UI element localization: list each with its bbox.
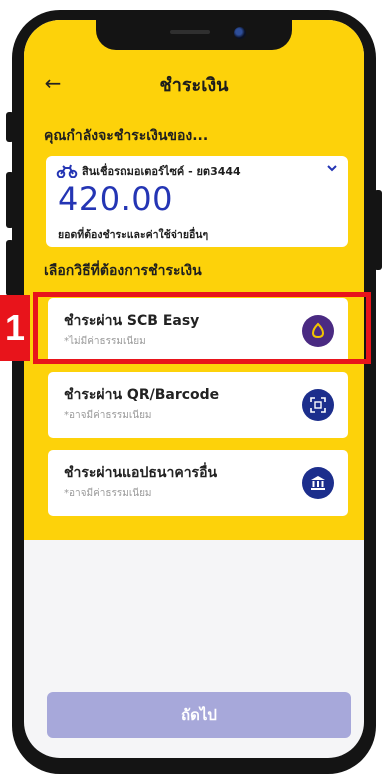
product-label: สินเชื่อรถมอเตอร์ไซค์ - ยต3444 — [82, 165, 241, 178]
speaker-grille — [170, 30, 210, 34]
bank-icon — [302, 467, 334, 499]
phone-volume-up-button — [6, 172, 14, 228]
payment-intro-heading: คุณกำลังจะชำระเงินของ... — [44, 128, 209, 144]
method-title: ชำระผ่านแอปธนาคารอื่น — [64, 465, 218, 481]
page-title: ชำระเงิน — [159, 75, 229, 96]
method-fee-note: *อาจมีค่าธรรมเนียม — [64, 410, 152, 421]
amount-value: 420.00 — [58, 180, 173, 218]
step-number-badge: 1 — [0, 295, 30, 361]
chevron-down-icon[interactable] — [326, 162, 338, 174]
methods-heading: เลือกวิธีที่ต้องการชำระเงิน — [44, 263, 202, 279]
payment-method-other-bank[interactable]: ชำระผ่านแอปธนาคารอื่น *อาจมีค่าธรรมเนียม — [48, 450, 348, 516]
motorcycle-icon — [56, 164, 78, 178]
method-title: ชำระผ่าน QR/Barcode — [64, 387, 220, 403]
phone-volume-down-button — [6, 240, 14, 296]
front-camera — [234, 27, 246, 39]
qr-barcode-icon — [302, 389, 334, 421]
phone-side-button — [6, 112, 14, 142]
payment-method-qr-barcode[interactable]: ชำระผ่าน QR/Barcode *อาจมีค่าธรรมเนียม — [48, 372, 348, 438]
phone-notch — [96, 20, 292, 50]
phone-power-button — [374, 190, 382, 270]
amount-caption: ยอดที่ต้องชำระและค่าใช้จ่ายอื่นๆ — [58, 229, 209, 241]
next-button[interactable]: ถัดไป — [47, 692, 351, 738]
app-screen: ← ชำระเงิน คุณกำลังจะชำระเงินของ... สินเ… — [24, 20, 364, 758]
step-highlight-box — [33, 292, 371, 364]
method-fee-note: *อาจมีค่าธรรมเนียม — [64, 488, 152, 499]
amount-card[interactable]: สินเชื่อรถมอเตอร์ไซค์ - ยต3444 420.00 ยอ… — [46, 156, 348, 247]
